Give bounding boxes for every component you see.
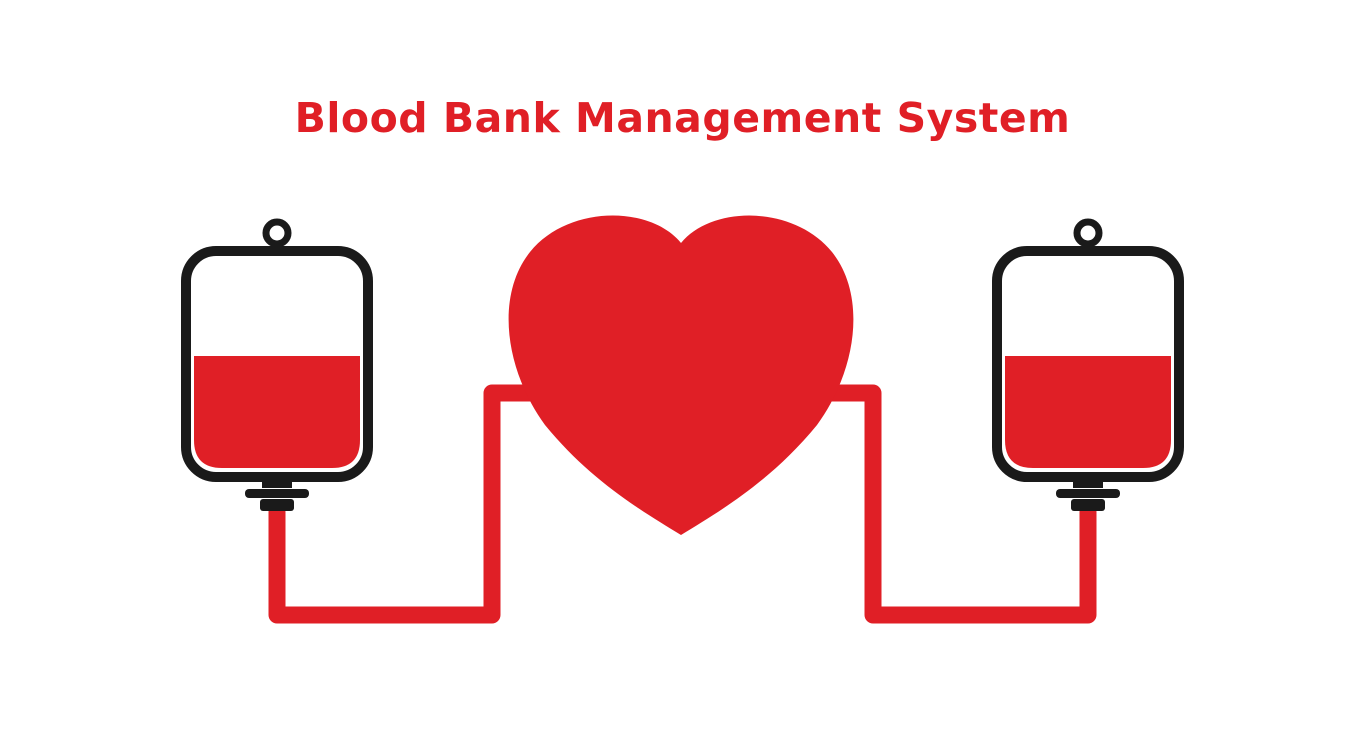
blood-bag-left <box>181 218 373 511</box>
blood-bag-right <box>992 218 1184 511</box>
bag-hanger-ring <box>1073 218 1103 248</box>
bag-hanger-ring <box>262 218 292 248</box>
bag-fill <box>194 356 360 468</box>
blood-transfusion-illustration <box>181 215 1184 624</box>
bag-fill <box>1005 356 1171 468</box>
heart-icon <box>508 215 854 535</box>
